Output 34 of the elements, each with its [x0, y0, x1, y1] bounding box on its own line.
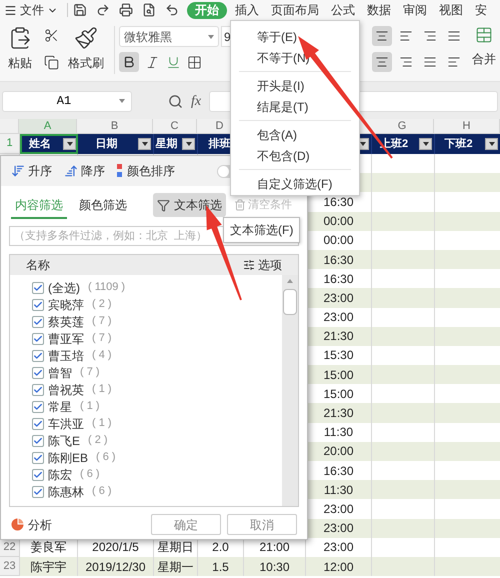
table-cell: 10:30 — [244, 556, 306, 576]
table-cell: 23:00 — [306, 288, 372, 308]
item-count: ( 7 ) — [92, 331, 112, 346]
table-cell: 23:00 — [306, 518, 372, 538]
table-cell: 陈宇宇 — [20, 556, 78, 576]
table-cell: 16:30 — [306, 250, 372, 270]
table-cell: 15:00 — [306, 365, 372, 384]
tooltip: 文本筛选(F) — [223, 217, 300, 243]
item-count: ( 4 ) — [92, 348, 112, 364]
item-count: ( 1 ) — [92, 382, 112, 398]
item-count: ( 2 ) — [92, 297, 112, 312]
table-cell: 15:00 — [306, 384, 372, 404]
item-count: ( 1109 ) — [88, 280, 126, 296]
item-count: ( 7 ) — [80, 365, 100, 380]
table-cell: 16:30 — [306, 269, 372, 288]
item-count: ( 1 ) — [92, 416, 112, 432]
item-count: ( 6 ) — [92, 484, 112, 500]
table-cell: 1.5 — [198, 556, 244, 576]
table-cell: 21:30 — [306, 326, 372, 346]
table-cell: 23:00 — [306, 308, 372, 327]
table-cell: 2019/12/30 — [78, 556, 154, 576]
item-count: ( 6 ) — [96, 450, 116, 466]
item-count: ( 7 ) — [92, 314, 112, 330]
item-count: ( 1 ) — [80, 399, 100, 414]
table-cell: 11:30 — [306, 480, 372, 500]
table-cell: 21:30 — [306, 403, 372, 423]
item-count: ( 6 ) — [80, 467, 100, 482]
table-cell: 12:00 — [306, 556, 372, 576]
table-cell: 20:00 — [306, 442, 372, 461]
table-cell: 00:00 — [306, 212, 372, 231]
list-header: 名称 — [26, 257, 50, 274]
item-count: ( 2 ) — [88, 433, 108, 448]
table-cell: 星期一 — [154, 556, 198, 576]
table-cell: 11:30 — [306, 422, 372, 442]
